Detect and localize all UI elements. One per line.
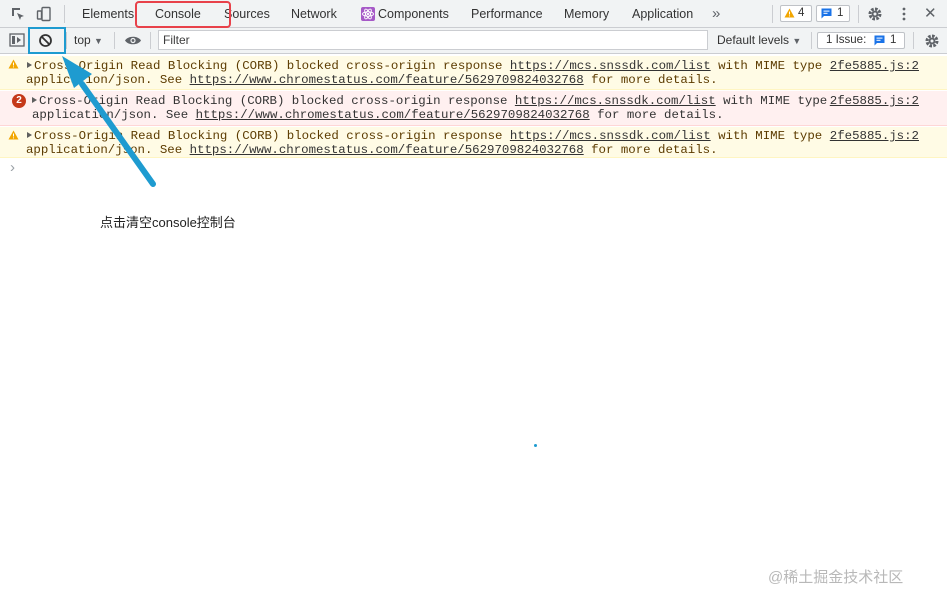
cursor-dot — [534, 444, 537, 447]
watermark: @稀土掘金技术社区 — [768, 569, 904, 586]
annotation-text: 点击清空console控制台 — [100, 215, 236, 230]
annotation-arrow — [62, 56, 156, 187]
